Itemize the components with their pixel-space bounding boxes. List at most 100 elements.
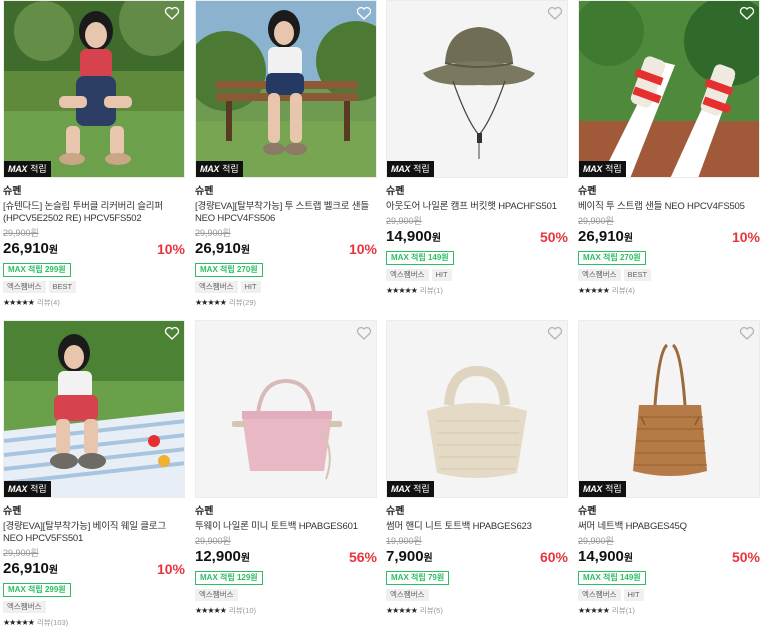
- points-badge: MAX 적립 270원: [578, 251, 646, 265]
- wishlist-heart-icon[interactable]: [356, 5, 372, 21]
- price-value: 12,900: [195, 548, 241, 565]
- product-card[interactable]: MAX 적립 슈펜 썸머 핸디 니트 토트백 HPABGES623 19,900…: [386, 320, 568, 616]
- wishlist-heart-icon[interactable]: [739, 325, 755, 341]
- rating-stars-icon: ★★★★★: [3, 618, 35, 627]
- points-badge: MAX 적립 149원: [578, 571, 646, 585]
- points-badge: MAX 적립 79원: [386, 571, 450, 585]
- product-card[interactable]: MAX 적립 슈펜 [경량EVA][탈부착가능] 투 스트랩 벨크로 샌들 NE…: [195, 0, 377, 308]
- rating-stars-icon: ★★★★★: [386, 286, 418, 295]
- discount-rate: 50%: [731, 549, 760, 565]
- product-name[interactable]: [경량EVA][탈부착가능] 베이직 웨일 클로그 NEO HPCV5FS501: [3, 521, 185, 545]
- product-image[interactable]: MAX 적립: [195, 0, 377, 178]
- model-bench-photo: [196, 1, 376, 177]
- original-price: 29,900원: [195, 228, 231, 238]
- product-name[interactable]: 베이직 투 스트랩 샌들 NEO HPCV4FS505: [578, 201, 760, 213]
- product-image[interactable]: MAX 적립: [3, 320, 185, 498]
- product-name[interactable]: [슈텐다드] 논슬립 투버클 리커버리 슬리퍼 (HPCV5E2502 RE) …: [3, 201, 185, 225]
- wishlist-heart-icon[interactable]: [739, 5, 755, 21]
- sale-price: 26,910원: [195, 240, 250, 257]
- earn-label: 적립: [222, 164, 239, 174]
- product-name[interactable]: 투웨이 나일론 미니 토트백 HPABGES601: [195, 521, 377, 533]
- currency-unit: 원: [240, 553, 251, 564]
- review-count[interactable]: 리뷰(4): [612, 286, 635, 296]
- product-card[interactable]: MAX 적립 슈펜 아웃도어 나일론 캠프 버킷햇 HPACHFS501 29,…: [386, 0, 568, 296]
- max-earn-badge: MAX 적립: [4, 161, 51, 177]
- knit-tote-photo: [387, 321, 567, 497]
- tag: 엑스쨈버스: [195, 589, 238, 601]
- product-name[interactable]: 아웃도어 나일론 캠프 버킷햇 HPACHFS501: [386, 201, 568, 213]
- product-image[interactable]: MAX 적립: [578, 0, 760, 178]
- review-count[interactable]: 리뷰(1): [420, 286, 443, 296]
- pink-tote-photo: [196, 321, 376, 497]
- brand-name[interactable]: 슈펜: [386, 185, 568, 198]
- tag: HIT: [623, 589, 644, 601]
- wishlist-heart-icon[interactable]: [547, 5, 563, 21]
- price-row: 14,900원 50%: [578, 548, 760, 566]
- product-card[interactable]: MAX 적립 슈펜 [슈텐다드] 논슬립 투버클 리커버리 슬리퍼 (HPCV5…: [3, 0, 185, 308]
- rating-row: ★★★★★ 리뷰(5): [386, 606, 568, 616]
- earn-label: 적립: [605, 164, 622, 174]
- original-price: 29,900원: [578, 536, 614, 546]
- product-image[interactable]: MAX 적립: [3, 0, 185, 178]
- max-logo: MAX: [391, 484, 411, 494]
- model-green-photo: [4, 1, 184, 177]
- tag-list: 엑스쨈버스: [195, 589, 377, 601]
- product-image[interactable]: MAX 적립: [386, 0, 568, 178]
- brand-name[interactable]: 슈펜: [195, 185, 377, 198]
- max-logo: MAX: [8, 164, 28, 174]
- review-count[interactable]: 리뷰(29): [229, 298, 256, 308]
- max-logo: MAX: [583, 164, 603, 174]
- max-earn-badge: MAX 적립: [579, 161, 626, 177]
- sandal-legs-photo: [579, 1, 759, 177]
- model-picnic-photo: [4, 321, 184, 497]
- tag-list: 엑스쨈버스 HIT: [195, 281, 377, 293]
- brand-name[interactable]: 슈펜: [578, 185, 760, 198]
- brand-name[interactable]: 슈펜: [386, 505, 568, 518]
- review-count[interactable]: 리뷰(10): [229, 606, 256, 616]
- tag: 엑스쨈버스: [386, 269, 429, 281]
- product-image[interactable]: [195, 320, 377, 498]
- tag-list: 엑스쨈버스: [3, 601, 185, 613]
- product-card[interactable]: MAX 적립 슈펜 써머 네트백 HPABGES45Q 29,900원 14,9…: [578, 320, 760, 616]
- price-value: 26,910: [3, 240, 49, 257]
- discount-rate: 10%: [348, 241, 377, 257]
- brand-name[interactable]: 슈펜: [3, 185, 185, 198]
- currency-unit: 원: [431, 233, 442, 244]
- product-name[interactable]: 써머 네트백 HPABGES45Q: [578, 521, 760, 533]
- review-count[interactable]: 리뷰(4): [37, 298, 60, 308]
- review-count[interactable]: 리뷰(103): [37, 618, 68, 628]
- original-price: 29,900원: [3, 228, 39, 238]
- rating-row: ★★★★★ 리뷰(1): [578, 606, 760, 616]
- brand-name[interactable]: 슈펜: [578, 505, 760, 518]
- product-card[interactable]: MAX 적립 슈펜 베이직 투 스트랩 샌들 NEO HPCV4FS505 29…: [578, 0, 760, 296]
- product-image[interactable]: MAX 적립: [386, 320, 568, 498]
- max-earn-badge: MAX 적립: [4, 481, 51, 497]
- max-earn-badge: MAX 적립: [196, 161, 243, 177]
- wishlist-heart-icon[interactable]: [547, 325, 563, 341]
- max-earn-badge: MAX 적립: [579, 481, 626, 497]
- max-earn-badge: MAX 적립: [387, 481, 434, 497]
- product-name[interactable]: [경량EVA][탈부착가능] 투 스트랩 벨크로 샌들 NEO HPCV4FS5…: [195, 201, 377, 225]
- max-logo: MAX: [391, 164, 411, 174]
- rating-row: ★★★★★ 리뷰(4): [3, 298, 185, 308]
- currency-unit: 원: [423, 553, 433, 564]
- brand-name[interactable]: 슈펜: [195, 505, 377, 518]
- wishlist-heart-icon[interactable]: [164, 325, 180, 341]
- sale-price: 26,910원: [578, 228, 633, 245]
- product-image[interactable]: MAX 적립: [578, 320, 760, 498]
- product-card[interactable]: MAX 적립 슈펜 [경량EVA][탈부착가능] 베이직 웨일 클로그 NEO …: [3, 320, 185, 628]
- points-badge: MAX 적립 299원: [3, 263, 71, 277]
- brand-name[interactable]: 슈펜: [3, 505, 185, 518]
- review-count[interactable]: 리뷰(1): [612, 606, 635, 616]
- earn-label: 적립: [30, 164, 47, 174]
- wishlist-heart-icon[interactable]: [164, 5, 180, 21]
- price-row: 12,900원 56%: [195, 548, 377, 566]
- tag: BEST: [48, 281, 77, 293]
- tag: 엑스쨈버스: [578, 269, 621, 281]
- rating-row: ★★★★★ 리뷰(4): [578, 286, 760, 296]
- product-name[interactable]: 썸머 핸디 니트 토트백 HPABGES623: [386, 521, 568, 533]
- review-count[interactable]: 리뷰(5): [420, 606, 443, 616]
- wishlist-heart-icon[interactable]: [356, 325, 372, 341]
- product-card[interactable]: 슈펜 투웨이 나일론 미니 토트백 HPABGES601 29,900원 12,…: [195, 320, 377, 616]
- rating-stars-icon: ★★★★★: [195, 298, 227, 307]
